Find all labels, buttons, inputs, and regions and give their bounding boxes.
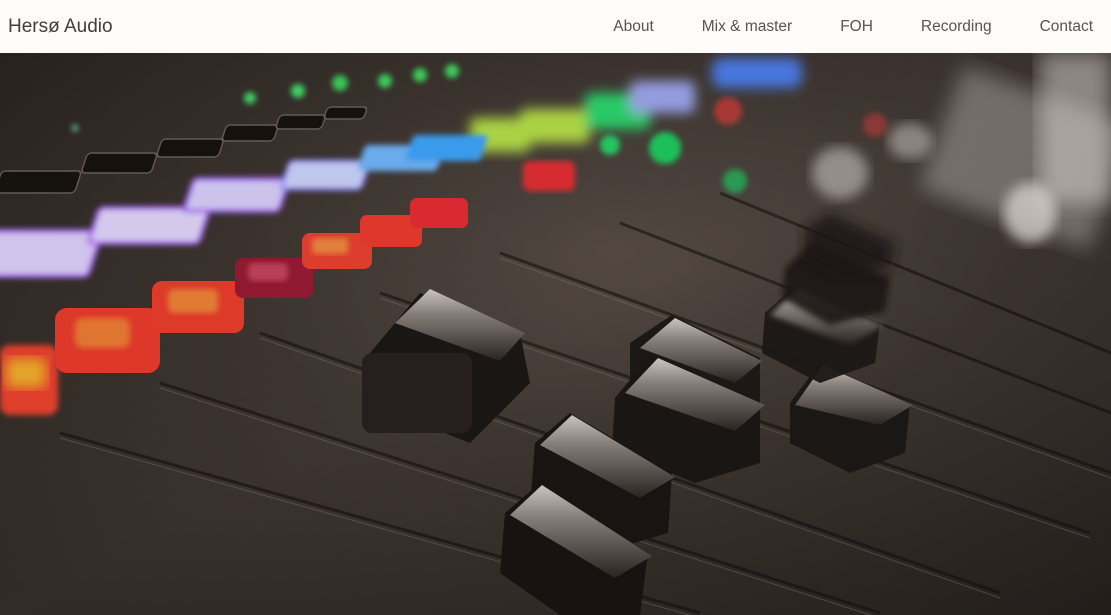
nav-link-foh[interactable]: FOH [840, 18, 873, 36]
brand-logo-link[interactable]: Hersø Audio [8, 16, 113, 38]
nav-link-contact[interactable]: Contact [1040, 18, 1093, 36]
nav-link-recording[interactable]: Recording [921, 18, 992, 36]
mixing-console-illustration [0, 53, 1111, 615]
hero-image [0, 53, 1111, 615]
nav-link-mix-master[interactable]: Mix & master [702, 18, 792, 36]
main-nav: About Mix & master FOH Recording Contact [613, 18, 1093, 36]
nav-link-about[interactable]: About [613, 18, 654, 36]
top-navbar: Hersø Audio About Mix & master FOH Recor… [0, 0, 1111, 53]
